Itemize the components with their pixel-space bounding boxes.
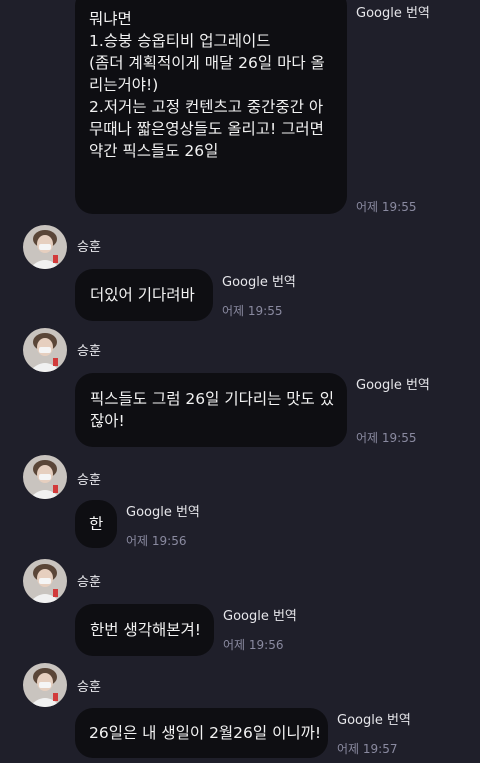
message-bubble[interactable]: 픽스들도 그럼 26일 기다리는 맛도 있 잖아! — [75, 373, 347, 447]
message-timestamp: 어제 19:55 — [356, 431, 417, 445]
message-timestamp: 어제 19:56 — [126, 534, 187, 548]
google-translate-link[interactable]: Google 번역 — [356, 6, 430, 22]
message-timestamp: 어제 19:57 — [337, 742, 398, 756]
sender-name: 승훈 — [77, 680, 101, 695]
message-timestamp: 어제 19:55 — [356, 200, 417, 214]
avatar[interactable] — [23, 455, 67, 499]
message-bubble[interactable]: 한번 생각해본겨! — [75, 604, 214, 656]
sender-name: 승훈 — [77, 575, 101, 590]
sender-name: 승훈 — [77, 240, 101, 255]
avatar[interactable] — [23, 663, 67, 707]
sender-name: 승훈 — [77, 344, 101, 359]
message-bubble[interactable]: 더있어 기다려바 — [75, 269, 213, 321]
sender-name: 승훈 — [77, 473, 101, 488]
message-line: 더있어 기다려바 — [90, 286, 195, 304]
message-timestamp: 어제 19:56 — [223, 638, 284, 652]
message-line: 뭐냐면 — [89, 10, 132, 28]
message-bubble[interactable]: 뭐냐면 1.승붕 승옵티비 업그레이드 (좀더 계획적이게 매달 26일 마다 … — [75, 0, 347, 214]
message-line: 잖아! — [90, 412, 125, 430]
google-translate-link[interactable]: Google 번역 — [337, 713, 411, 729]
message-line: 무때나 짧은영상들도 올리고! 그러면 — [89, 120, 324, 138]
avatar[interactable] — [23, 559, 67, 603]
message-line: 한번 생각해본겨! — [90, 621, 201, 639]
message-line: 약간 픽스들도 26일 — [89, 142, 219, 160]
message-line: 2.저거는 고정 컨텐츠고 중간중간 아 — [89, 98, 324, 116]
avatar[interactable] — [23, 328, 67, 372]
message-line: 픽스들도 그럼 26일 기다리는 맛도 있 — [90, 390, 334, 408]
message-line: 리는거야!) — [89, 76, 159, 94]
message-line: 한 — [89, 515, 104, 533]
google-translate-link[interactable]: Google 번역 — [126, 505, 200, 521]
google-translate-link[interactable]: Google 번역 — [222, 275, 296, 291]
message-line: 1.승붕 승옵티비 업그레이드 — [89, 32, 271, 50]
message-line: (좀더 계획적이게 매달 26일 마다 올 — [89, 54, 325, 72]
google-translate-link[interactable]: Google 번역 — [356, 378, 430, 394]
avatar[interactable] — [23, 225, 67, 269]
message-bubble[interactable]: 한 — [75, 500, 117, 548]
message-line: 26일은 내 생일이 2월26일 이니까! — [89, 724, 322, 742]
google-translate-link[interactable]: Google 번역 — [223, 609, 297, 625]
message-timestamp: 어제 19:55 — [222, 304, 283, 318]
message-bubble[interactable]: 26일은 내 생일이 2월26일 이니까! — [75, 708, 328, 758]
chat-screen: 뭐냐면 1.승붕 승옵티비 업그레이드 (좀더 계획적이게 매달 26일 마다 … — [0, 0, 480, 763]
